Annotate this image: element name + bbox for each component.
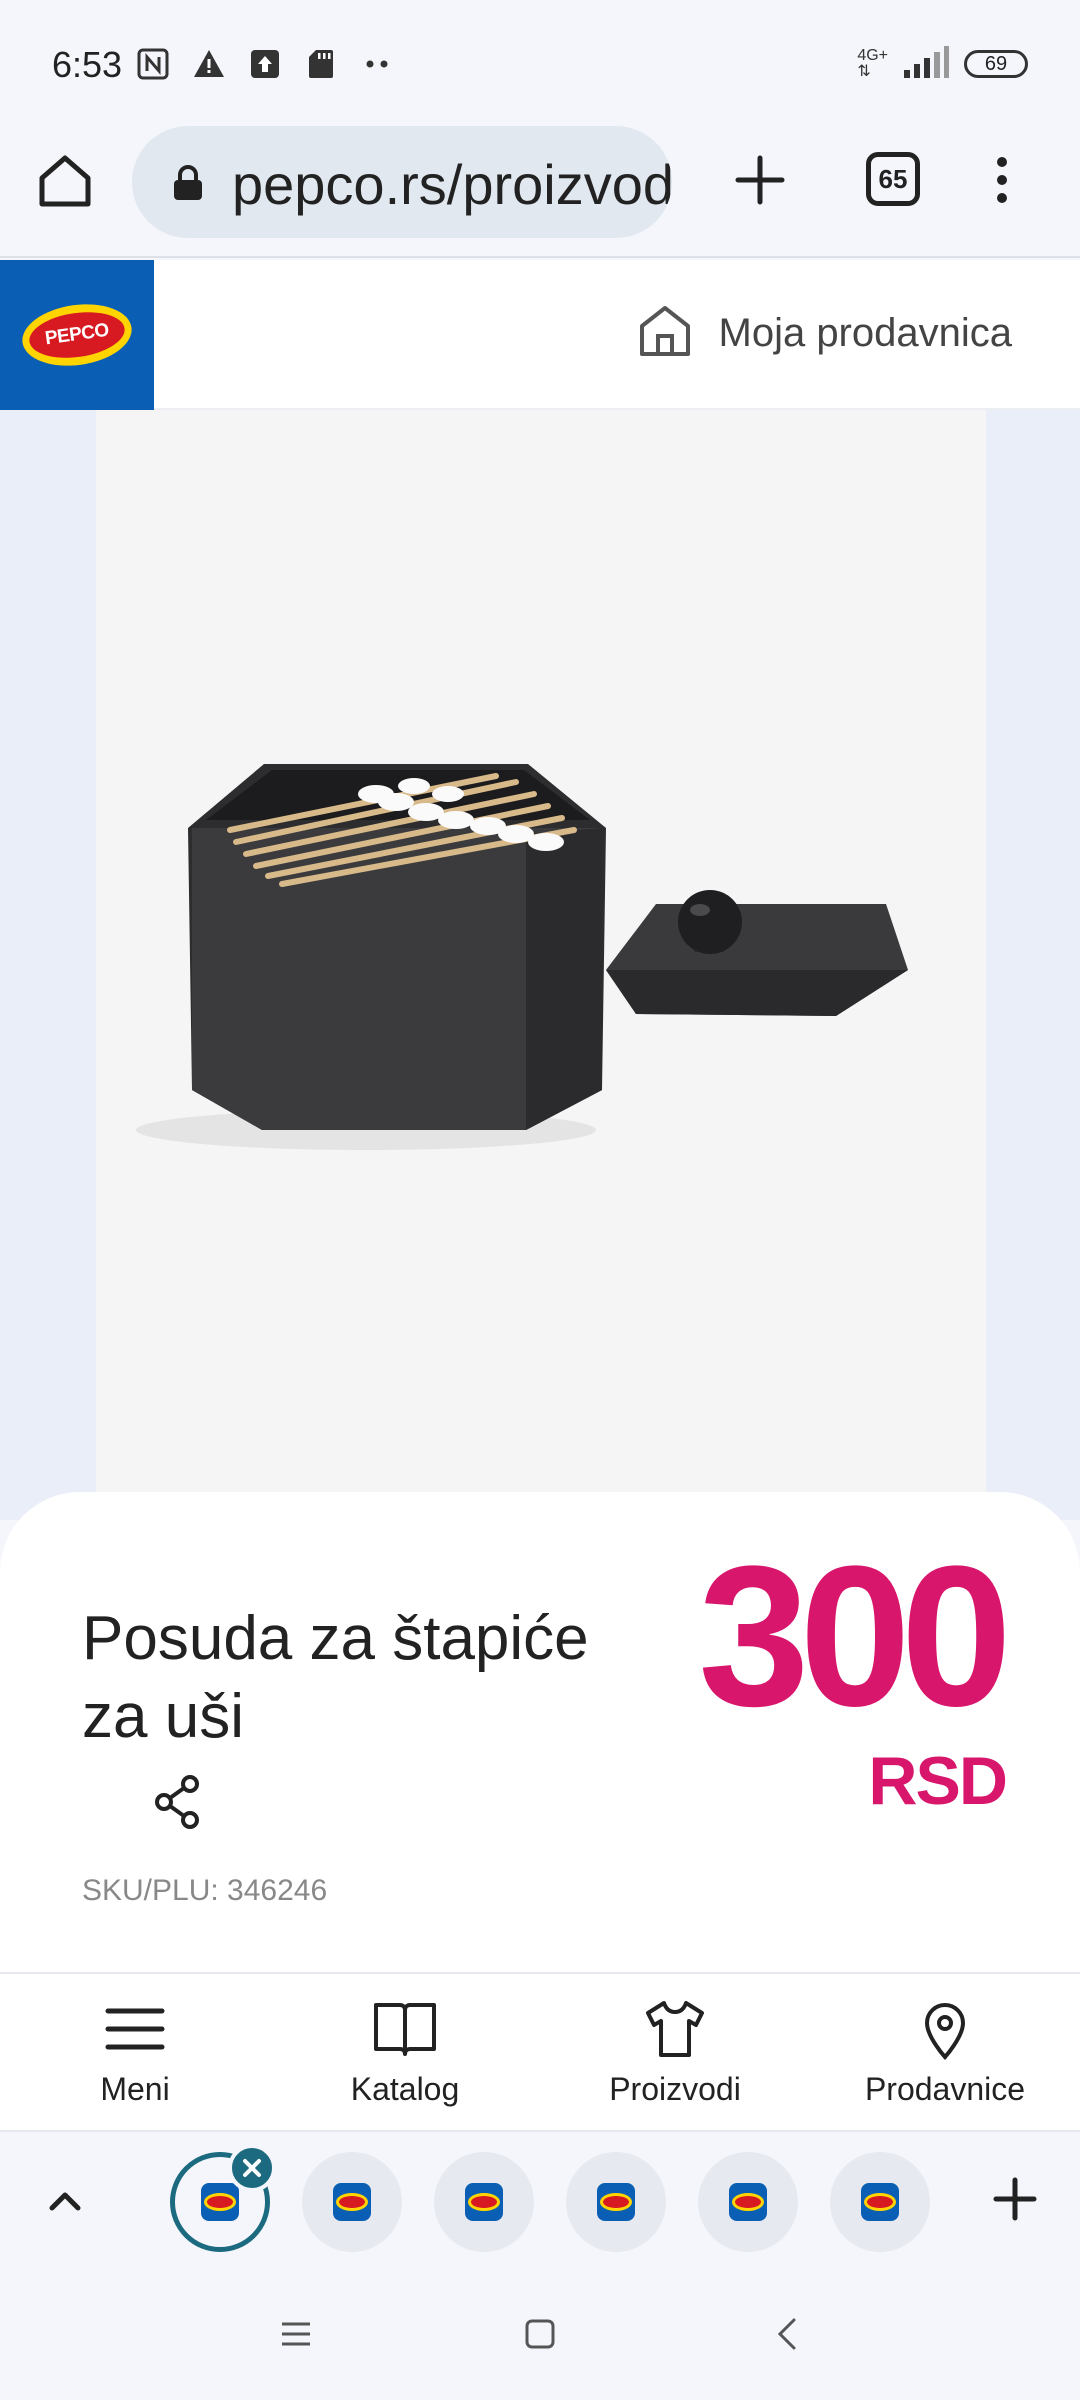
battery-indicator: 69 [964, 50, 1028, 78]
chevron-up-icon[interactable] [40, 2176, 90, 2226]
product-image[interactable] [96, 410, 986, 1520]
more-dots-icon [359, 46, 395, 82]
network-type: 4G+ [857, 47, 888, 64]
address-bar[interactable]: pepco.rs/proizvodi [132, 126, 672, 238]
status-right: 4G+ ⇅ 69 [857, 44, 1028, 84]
signal-icon [902, 44, 950, 84]
close-tab-icon[interactable] [228, 2144, 276, 2192]
recents-icon[interactable] [276, 2314, 316, 2354]
menu-icon [105, 2008, 165, 2049]
pepco-logo[interactable]: PEPCO [0, 260, 154, 410]
pepco-favicon [861, 2183, 899, 2221]
tab-favicon[interactable] [830, 2152, 930, 2252]
more-vert-icon[interactable] [990, 150, 1014, 210]
site-bottom-nav: Meni Katalog Proizvodi Prodavnice [0, 1972, 1080, 2132]
pepco-favicon [465, 2183, 503, 2221]
upload-icon [247, 46, 283, 82]
home-icon[interactable] [34, 150, 96, 212]
nav-label: Prodavnice [864, 2070, 1026, 2107]
status-bar: 6:53 4G+ ⇅ 69 [0, 0, 1080, 120]
price-value: 300 [698, 1525, 1012, 1748]
data-arrows-icon: ⇅ [857, 63, 871, 80]
nav-label: Katalog [350, 2070, 460, 2107]
nav-item-proizvodi[interactable]: Proizvodi [540, 1974, 810, 2130]
lock-icon [172, 164, 204, 206]
nav-item-meni[interactable]: Meni [0, 1974, 270, 2130]
home-nav-icon[interactable] [520, 2314, 560, 2354]
tshirt-icon [646, 2000, 704, 2057]
browser-toolbar: pepco.rs/proizvodi 65 [0, 120, 1080, 258]
store-label: Moja prodavnica [718, 310, 1013, 355]
nav-label: Proizvodi [609, 2070, 741, 2107]
nav-item-katalog[interactable]: Katalog [270, 1974, 540, 2130]
warning-icon [191, 46, 227, 82]
tab-switcher-button[interactable]: 65 [866, 152, 920, 206]
browser-tab-strip [0, 2134, 1080, 2270]
logo-text: PEPCO [26, 306, 128, 364]
store-home-icon [637, 304, 693, 362]
book-icon [374, 2002, 436, 2056]
site-header: PEPCO Moja prodavnica [0, 260, 1080, 410]
tab-favicon[interactable] [434, 2152, 534, 2252]
tab-favicon[interactable] [302, 2152, 402, 2252]
product-image-area [0, 410, 1080, 1520]
new-tab-plus-icon[interactable] [730, 150, 790, 210]
share-icon[interactable] [150, 1774, 206, 1830]
nav-item-prodavnice[interactable]: Prodavnice [810, 1974, 1080, 2130]
pepco-favicon [729, 2183, 767, 2221]
nav-label: Meni [100, 2070, 170, 2107]
sku-label: SKU/PLU: 346246 [82, 1874, 328, 1907]
status-time: 6:53 [52, 44, 123, 85]
system-nav-bar [0, 2270, 1080, 2400]
pepco-favicon [201, 2183, 239, 2221]
pepco-favicon [333, 2183, 371, 2221]
add-tab-icon[interactable] [990, 2174, 1040, 2224]
tab-favicon[interactable] [566, 2152, 666, 2252]
url-text: pepco.rs/proizvodi [232, 153, 672, 216]
nfc-icon [135, 46, 171, 82]
price-currency: RSD [868, 1743, 1008, 1819]
status-notification-icons [135, 46, 395, 82]
cotton-bud-container-illustration [136, 764, 908, 1150]
sd-card-icon [303, 46, 339, 82]
product-title: Posuda za štapiće za uši [82, 1604, 589, 1751]
tab-favicon[interactable] [698, 2152, 798, 2252]
back-icon[interactable] [768, 2314, 808, 2354]
my-store-link[interactable]: Moja prodavnica [637, 304, 1013, 362]
location-pin-icon [924, 2002, 966, 2060]
product-info-card: Posuda za štapiće za uši 300 RSD SKU/PLU… [0, 1492, 1080, 1972]
pepco-favicon [597, 2183, 635, 2221]
